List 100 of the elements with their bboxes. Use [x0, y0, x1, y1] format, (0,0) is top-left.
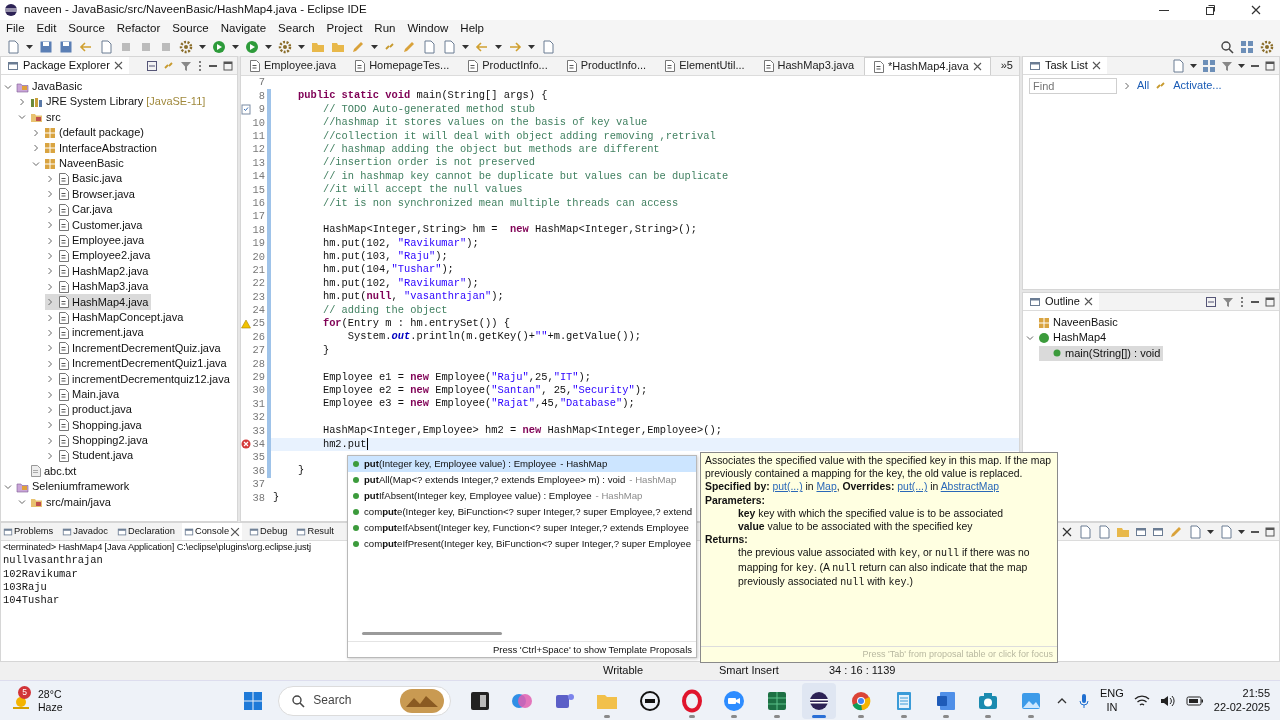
view-maximize-icon[interactable] — [223, 60, 233, 71]
taskbar-search[interactable]: Search — [278, 685, 451, 716]
language-indicator[interactable]: IN — [1106, 700, 1118, 715]
chevron-right-icon[interactable] — [46, 405, 54, 414]
pencil-icon[interactable] — [1169, 524, 1183, 539]
tree-item[interactable]: Car.java — [45, 202, 116, 218]
tree-item[interactable]: Basic.java — [45, 171, 126, 187]
view-tab[interactable]: Declaration — [114, 523, 177, 540]
restore-icon[interactable] — [1204, 4, 1216, 16]
clock-time[interactable]: 21:55 — [1242, 686, 1271, 701]
tree-item[interactable]: NaveenBasic — [31, 155, 127, 172]
arrow-right-icon[interactable] — [508, 39, 522, 54]
view-tab[interactable]: Outline — [1023, 293, 1099, 310]
editor-tab[interactable]: ProductInfo... — [459, 57, 556, 75]
task-link[interactable]: Activate... — [1173, 79, 1222, 93]
tree-item[interactable]: IncrementDecrementQuiz.java — [45, 340, 224, 357]
tree-item[interactable]: increment.java — [45, 325, 147, 341]
document-icon[interactable] — [422, 39, 436, 54]
editor-tab[interactable]: ElementUtil... — [656, 57, 753, 75]
taskbar-app[interactable] — [801, 682, 837, 719]
find-field[interactable]: Find — [1029, 78, 1117, 94]
floppy-icon[interactable] — [59, 39, 73, 54]
tab-close-icon[interactable] — [113, 61, 123, 70]
tree-item[interactable]: Student.java — [45, 448, 137, 464]
menu-item[interactable]: Edit — [32, 21, 61, 36]
view-tab[interactable]: Javadoc — [60, 523, 110, 540]
tree-item[interactable]: main(String[]) : void — [1039, 345, 1164, 362]
view-tab[interactable]: Package Explorer — [1, 57, 129, 74]
speaker-icon[interactable] — [1159, 693, 1176, 708]
view-maximize-icon[interactable] — [1265, 526, 1275, 537]
play-icon[interactable] — [245, 39, 259, 54]
filter-icon[interactable] — [1222, 295, 1234, 308]
tab-close-icon[interactable] — [1091, 61, 1101, 70]
chevron-right-icon[interactable] — [46, 190, 54, 199]
menu-item[interactable]: Source — [168, 21, 213, 36]
tree-item[interactable]: JavaBasic — [3, 79, 86, 95]
document-icon[interactable] — [1219, 524, 1233, 539]
filter-icon[interactable] — [180, 59, 192, 72]
proposal-item[interactable]: putAll(Map<? extends Integer,? extends Employee> m) : void - HashMap — [348, 472, 696, 488]
view-maximize-icon[interactable] — [1265, 296, 1275, 307]
clock-date[interactable]: 22-02-2025 — [1213, 700, 1271, 715]
document-icon[interactable] — [1097, 524, 1111, 539]
chevron-down-icon[interactable] — [32, 159, 40, 168]
tree-item[interactable]: NaveenBasic — [1025, 315, 1121, 331]
proposal-item[interactable]: putIfAbsent(Integer key, Employee value) : Employee - HashMap — [348, 488, 696, 504]
tree-item[interactable]: HashMap2.java — [45, 263, 152, 280]
chevron-right-icon[interactable] — [46, 175, 54, 184]
doc-link[interactable]: put(...) — [772, 481, 803, 493]
chevron-right-icon[interactable] — [46, 328, 54, 337]
chevron-right-icon[interactable] — [46, 452, 54, 461]
gear-icon[interactable] — [179, 39, 193, 54]
proposal-item[interactable]: put(Integer key, Employee value) : Employee - HashMap — [348, 456, 696, 472]
tree-item[interactable]: Employee2.java — [45, 248, 154, 264]
tree-item[interactable]: src — [17, 109, 64, 126]
tree-item[interactable]: HashMap4.java — [45, 294, 152, 310]
proposal-item[interactable]: computeIfPresent(Integer key, BiFunction<? super Integer,? super Employee — [348, 536, 696, 552]
document-icon[interactable] — [442, 39, 456, 54]
proposal-item[interactable]: compute(Integer key, BiFunction<? super Integer,? super Employee,? extend — [348, 504, 696, 520]
tree-item[interactable]: Main.java — [45, 386, 123, 403]
chevron-down-icon[interactable] — [1026, 334, 1034, 343]
tree-item[interactable]: Browser.java — [45, 186, 138, 203]
menu-item[interactable]: Window — [403, 21, 453, 36]
chevron-right-icon[interactable] — [32, 128, 40, 137]
editor-tab[interactable]: HashMap3.java — [754, 57, 862, 75]
tab-view-icon[interactable] — [1152, 525, 1164, 538]
tab-close-icon[interactable] — [972, 62, 982, 71]
menu-item[interactable]: File — [2, 21, 29, 36]
chevron-down-icon[interactable] — [18, 113, 26, 122]
document-icon[interactable] — [1171, 58, 1185, 73]
chevron-right-icon[interactable] — [46, 421, 54, 430]
chevron-right-icon[interactable] — [46, 252, 54, 260]
collapse-icon[interactable] — [146, 59, 158, 72]
chevron-right-icon[interactable] — [46, 298, 54, 307]
dots-icon[interactable] — [197, 59, 203, 72]
chevron-right-icon[interactable] — [46, 205, 54, 214]
pencil-icon[interactable] — [402, 39, 416, 54]
chevron-right-icon[interactable] — [46, 236, 54, 245]
collapse-icon[interactable] — [1205, 295, 1217, 308]
chevron-right-icon[interactable] — [46, 436, 54, 445]
document-icon[interactable] — [6, 39, 20, 54]
tab-view-icon[interactable] — [1135, 525, 1147, 538]
tree-item[interactable]: Customer.java — [45, 217, 146, 233]
tree-item[interactable]: Employee.java — [45, 232, 148, 249]
document-icon[interactable] — [1188, 524, 1202, 539]
chevron-right-icon[interactable] — [46, 359, 54, 368]
search-icon[interactable] — [1220, 39, 1234, 54]
microphone-icon[interactable] — [1078, 692, 1090, 709]
tab-overflow[interactable]: »5 — [992, 57, 1019, 75]
view-tab[interactable]: Debug — [247, 523, 290, 540]
arrow-left-icon[interactable] — [79, 39, 93, 54]
menu-item[interactable]: Run — [370, 21, 400, 36]
tree-item[interactable]: Seleniumframework — [3, 479, 133, 495]
chevron-right-icon[interactable] — [46, 267, 54, 276]
dots-icon[interactable] — [1239, 295, 1245, 308]
menu-item[interactable]: Help — [456, 21, 488, 36]
menu-item[interactable]: Source — [64, 21, 109, 36]
wifi-icon[interactable] — [1133, 693, 1150, 708]
floppy-icon[interactable] — [39, 39, 53, 54]
battery-icon[interactable] — [1185, 694, 1204, 707]
gear-icon[interactable] — [1260, 39, 1274, 54]
